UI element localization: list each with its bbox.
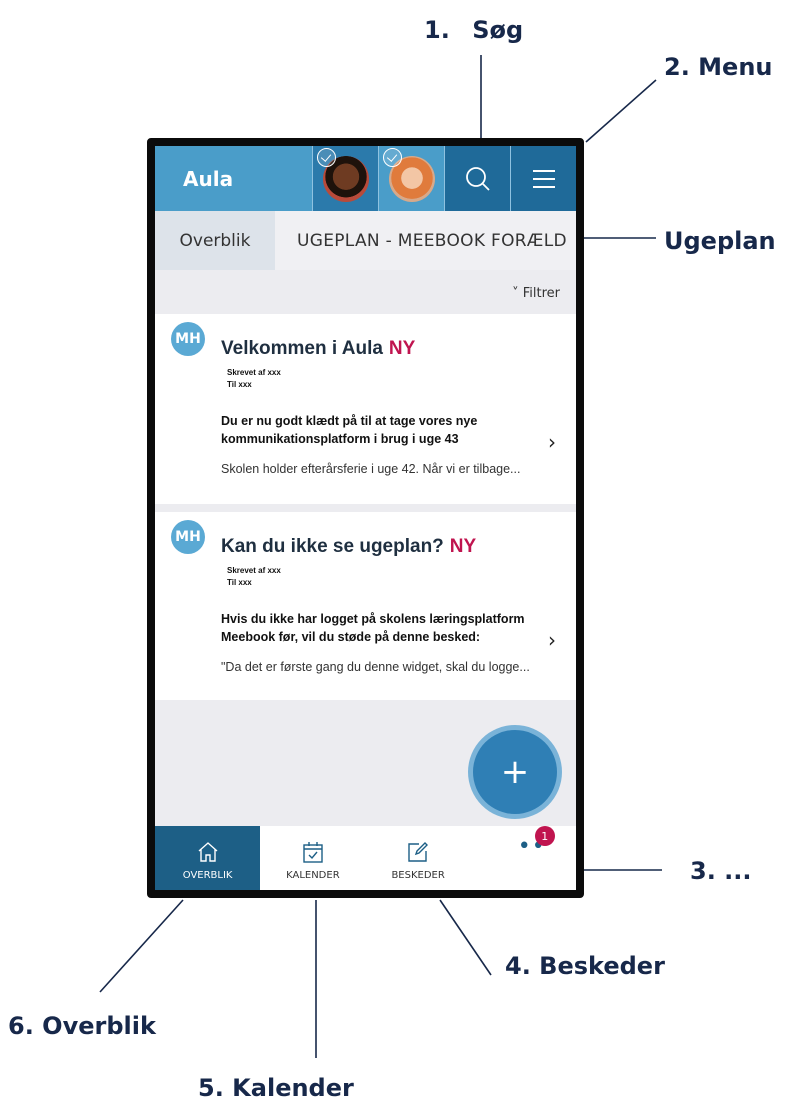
callout-beskeder: 4. Beskeder [505,952,665,980]
filter-button[interactable]: ˅ Filtrer [512,286,560,301]
post-card[interactable]: MH Kan du ikke se ugeplan? NY Skrevet af … [155,512,576,700]
nav-beskeder[interactable]: BESKEDER [366,826,471,890]
post-summary-line-1: Hvis du ikke har logget på skolens lærin… [221,612,525,626]
check-icon [317,148,336,167]
post-recipient: Til xxx [227,380,252,389]
callout-overblik: 6. Overblik [8,1012,156,1040]
callout-menu: 2. Menu [664,53,773,81]
compose-icon [408,842,429,862]
post-preview: Skolen holder efterårsferie i uge 42. Nå… [221,462,521,476]
search-button[interactable] [444,146,510,211]
more-button[interactable]: •• 1 [471,826,576,890]
filter-bar: ˅ Filtrer [155,270,576,314]
post-title: Velkommen i Aula NY [221,338,415,360]
app-header: Aula [155,146,576,211]
calendar-icon [303,842,323,863]
notification-badge: 1 [534,826,555,846]
callout-more: 3. ... [690,857,752,885]
hamburger-icon [532,169,555,188]
add-button[interactable]: + [473,730,557,814]
post-title: Kan du ikke se ugeplan? NY [221,536,476,558]
chevron-right-icon[interactable]: › [548,628,556,652]
nav-overblik[interactable]: OVERBLIK [155,826,261,890]
callout-kalender: 5. Kalender [198,1074,354,1102]
chevron-right-icon[interactable]: › [548,430,556,454]
post-recipient: Til xxx [227,578,252,587]
post-summary-line-2: kommunikationsplatform i brug i uge 43 [221,432,459,446]
home-icon [198,842,218,862]
callout-search: 1. Søg [424,16,523,44]
post-title-text: Velkommen i Aula [221,338,383,359]
nav-label: BESKEDER [391,870,445,881]
new-badge: NY [449,536,477,557]
post-summary-line-1: Du er nu godt klædt på til at tage vores… [221,414,478,428]
check-icon [383,148,402,167]
callout-search-number: 1. [424,16,450,44]
callout-search-label: Søg [472,16,524,44]
child-avatar-1[interactable] [312,146,378,211]
post-author: Skrevet af xxx [227,368,281,377]
avatar: MH [171,322,205,356]
bottom-nav: OVERBLIK KALENDER BESKEDER •• 1 [155,826,576,890]
nav-label: OVERBLIK [182,870,233,881]
app-logo: Aula [183,166,234,191]
nav-label: KALENDER [286,870,340,881]
search-icon [465,166,490,191]
post-title-text: Kan du ikke se ugeplan? [221,536,444,557]
menu-button[interactable] [510,146,576,211]
phone-screen: Aula Overblik UGEPLAN - MEEBOOK FORÆLD ˅… [147,138,584,898]
new-badge: NY [388,338,416,359]
tab-ugeplan[interactable]: UGEPLAN - MEEBOOK FORÆLD [275,211,576,270]
nav-kalender[interactable]: KALENDER [260,826,365,890]
post-summary-line-2: Meebook før, vil du støde på denne beske… [221,630,481,644]
tab-overblik[interactable]: Overblik [155,211,275,270]
post-author: Skrevet af xxx [227,566,281,575]
callout-ugeplan: Ugeplan [664,227,776,255]
post-card[interactable]: MH Velkommen i Aula NY Skrevet af xxx Til… [155,314,576,504]
tab-bar: Overblik UGEPLAN - MEEBOOK FORÆLD [155,211,576,270]
child-avatar-2[interactable] [378,146,444,211]
post-preview: "Da det er første gang du denne widget, … [221,660,530,674]
avatar: MH [171,520,205,554]
